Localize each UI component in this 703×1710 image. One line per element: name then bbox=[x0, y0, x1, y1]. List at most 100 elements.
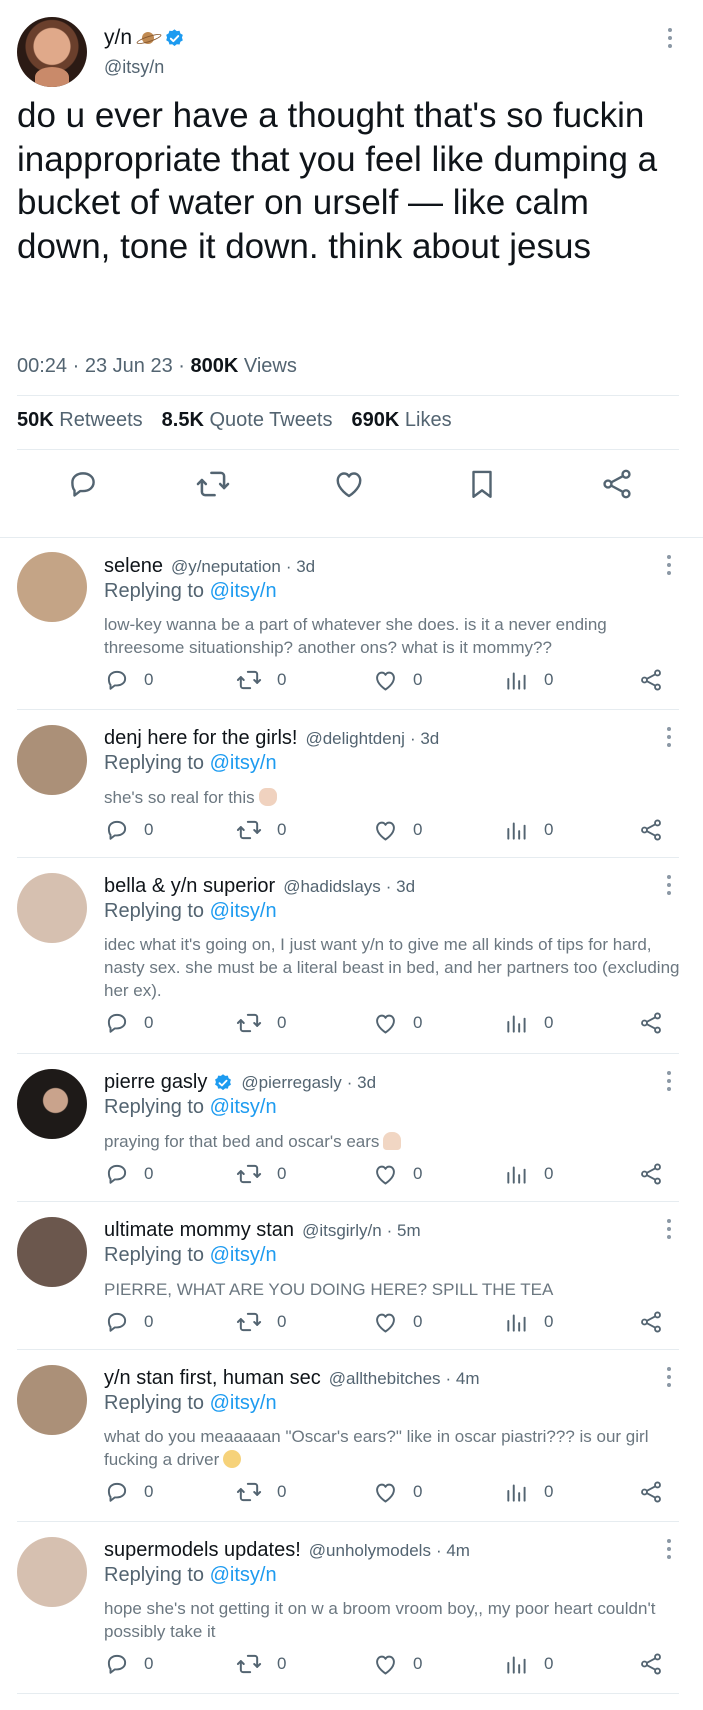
views-button[interactable]: 0 bbox=[504, 1159, 553, 1189]
reply-avatar[interactable] bbox=[17, 725, 87, 795]
reply-button[interactable]: 0 bbox=[104, 1159, 153, 1189]
reply-time[interactable]: · 5m bbox=[387, 1221, 421, 1241]
reply-author-name[interactable]: pierre gasly bbox=[104, 1071, 207, 1094]
reply-time[interactable]: · 3d bbox=[286, 557, 315, 577]
reply-tweet[interactable]: denj here for the girls! @delightdenj · … bbox=[0, 710, 703, 858]
reply-button[interactable]: 0 bbox=[104, 1307, 153, 1337]
reply-author-handle[interactable]: @delightdenj bbox=[305, 729, 405, 749]
like-button[interactable]: 0 bbox=[372, 1477, 422, 1507]
reply-author-name[interactable]: y/n stan first, human sec bbox=[104, 1367, 321, 1390]
views-button[interactable]: 0 bbox=[504, 1307, 553, 1337]
reply-tweet[interactable]: ultimate mommy stan @itsgirly/n · 5m Rep… bbox=[0, 1202, 703, 1350]
views-button[interactable]: 0 bbox=[504, 1649, 553, 1679]
share-button[interactable] bbox=[638, 1477, 664, 1507]
reply-avatar[interactable] bbox=[17, 1365, 87, 1435]
reply-author-name[interactable]: bella & y/n superior bbox=[104, 875, 275, 898]
more-icon[interactable] bbox=[667, 28, 673, 50]
author-name[interactable]: y/n bbox=[104, 26, 132, 50]
share-button[interactable] bbox=[638, 1159, 664, 1189]
more-icon[interactable] bbox=[666, 1539, 672, 1561]
like-button[interactable]: 0 bbox=[372, 1008, 422, 1038]
reply-button[interactable]: 0 bbox=[104, 1649, 153, 1679]
like-button[interactable]: 0 bbox=[372, 665, 422, 695]
tweet-date[interactable]: 23 Jun 23 bbox=[85, 355, 173, 377]
replying-target-link[interactable]: @itsy/n bbox=[210, 1392, 277, 1414]
replying-target-link[interactable]: @itsy/n bbox=[210, 900, 277, 922]
reply-tweet[interactable]: y/n stan first, human sec @allthebitches… bbox=[0, 1350, 703, 1522]
retweet-button[interactable]: 0 bbox=[235, 815, 286, 845]
reply-avatar[interactable] bbox=[17, 552, 87, 622]
more-icon[interactable] bbox=[666, 555, 672, 577]
more-icon[interactable] bbox=[666, 727, 672, 749]
reply-button[interactable]: 0 bbox=[104, 815, 153, 845]
reply-button[interactable] bbox=[63, 463, 103, 505]
reply-author-handle[interactable]: @pierregasly bbox=[241, 1073, 341, 1093]
reply-avatar[interactable] bbox=[17, 1537, 87, 1607]
like-button[interactable] bbox=[329, 463, 369, 505]
share-button[interactable] bbox=[638, 815, 664, 845]
more-icon[interactable] bbox=[666, 875, 672, 897]
reply-time[interactable]: · 3d bbox=[386, 877, 415, 897]
tweet-time[interactable]: 00:24 bbox=[17, 355, 67, 377]
quotes-stat[interactable]: 8.5K Quote Tweets bbox=[162, 409, 333, 432]
like-button[interactable]: 0 bbox=[372, 1159, 422, 1189]
reply-time[interactable]: · 4m bbox=[446, 1369, 480, 1389]
retweet-button[interactable]: 0 bbox=[235, 1477, 286, 1507]
reply-author-handle[interactable]: @unholymodels bbox=[309, 1541, 431, 1561]
reply-tweet[interactable]: pierre gasly @pierregasly · 3d Replying … bbox=[0, 1054, 703, 1202]
views-button[interactable]: 0 bbox=[504, 815, 553, 845]
like-button[interactable]: 0 bbox=[372, 815, 422, 845]
reply-avatar[interactable] bbox=[17, 1217, 87, 1287]
reply-author-handle[interactable]: @y/neputation bbox=[171, 557, 281, 577]
author-handle[interactable]: @itsy/n bbox=[104, 57, 164, 78]
retweet-button[interactable]: 0 bbox=[235, 1159, 286, 1189]
reply-avatar[interactable] bbox=[17, 1069, 87, 1139]
reply-author-name[interactable]: supermodels updates! bbox=[104, 1539, 301, 1562]
replying-target-link[interactable]: @itsy/n bbox=[210, 580, 277, 602]
retweets-stat[interactable]: 50K Retweets bbox=[17, 409, 143, 432]
bookmark-button[interactable] bbox=[462, 463, 502, 505]
reply-time[interactable]: · 3d bbox=[347, 1073, 376, 1093]
like-button[interactable]: 0 bbox=[372, 1649, 422, 1679]
like-button[interactable]: 0 bbox=[372, 1307, 422, 1337]
reply-author-handle[interactable]: @hadidslays bbox=[283, 877, 381, 897]
reply-author-handle[interactable]: @itsgirly/n bbox=[302, 1221, 382, 1241]
likes-stat[interactable]: 690K Likes bbox=[352, 409, 452, 432]
more-icon[interactable] bbox=[666, 1071, 672, 1093]
reply-tweet[interactable]: supermodels updates! @unholymodels · 4m … bbox=[0, 1522, 703, 1694]
reply-button[interactable]: 0 bbox=[104, 665, 153, 695]
views-button[interactable]: 0 bbox=[504, 1477, 553, 1507]
author-avatar[interactable] bbox=[17, 17, 87, 87]
retweet-button[interactable] bbox=[193, 463, 233, 505]
reply-author-name[interactable]: ultimate mommy stan bbox=[104, 1219, 294, 1242]
replying-target-link[interactable]: @itsy/n bbox=[210, 752, 277, 774]
retweet-button[interactable]: 0 bbox=[235, 1008, 286, 1038]
reply-button[interactable]: 0 bbox=[104, 1008, 153, 1038]
share-button[interactable] bbox=[597, 463, 637, 505]
share-button[interactable] bbox=[638, 1649, 664, 1679]
replying-to: Replying to @itsy/n bbox=[104, 1096, 277, 1119]
share-button[interactable] bbox=[638, 1008, 664, 1038]
reply-avatar[interactable] bbox=[17, 873, 87, 943]
replying-target-link[interactable]: @itsy/n bbox=[210, 1096, 277, 1118]
views-button[interactable]: 0 bbox=[504, 665, 553, 695]
share-button[interactable] bbox=[638, 1307, 664, 1337]
reply-tweet[interactable]: bella & y/n superior @hadidslays · 3d Re… bbox=[0, 858, 703, 1054]
author-name-row[interactable]: y/n bbox=[104, 26, 185, 50]
more-icon[interactable] bbox=[666, 1367, 672, 1389]
views-button[interactable]: 0 bbox=[504, 1008, 553, 1038]
reply-time[interactable]: · 4m bbox=[436, 1541, 470, 1561]
more-icon[interactable] bbox=[666, 1219, 672, 1241]
share-button[interactable] bbox=[638, 665, 664, 695]
retweet-button[interactable]: 0 bbox=[235, 1307, 286, 1337]
reply-button[interactable]: 0 bbox=[104, 1477, 153, 1507]
reply-author-name[interactable]: denj here for the girls! bbox=[104, 727, 297, 750]
replying-target-link[interactable]: @itsy/n bbox=[210, 1564, 277, 1586]
reply-author-handle[interactable]: @allthebitches bbox=[329, 1369, 441, 1389]
retweet-button[interactable]: 0 bbox=[235, 665, 286, 695]
reply-author-name[interactable]: selene bbox=[104, 555, 163, 578]
replying-target-link[interactable]: @itsy/n bbox=[210, 1244, 277, 1266]
retweet-button[interactable]: 0 bbox=[235, 1649, 286, 1679]
reply-tweet[interactable]: selene @y/neputation · 3d Replying to @i… bbox=[0, 538, 703, 710]
reply-time[interactable]: · 3d bbox=[410, 729, 439, 749]
